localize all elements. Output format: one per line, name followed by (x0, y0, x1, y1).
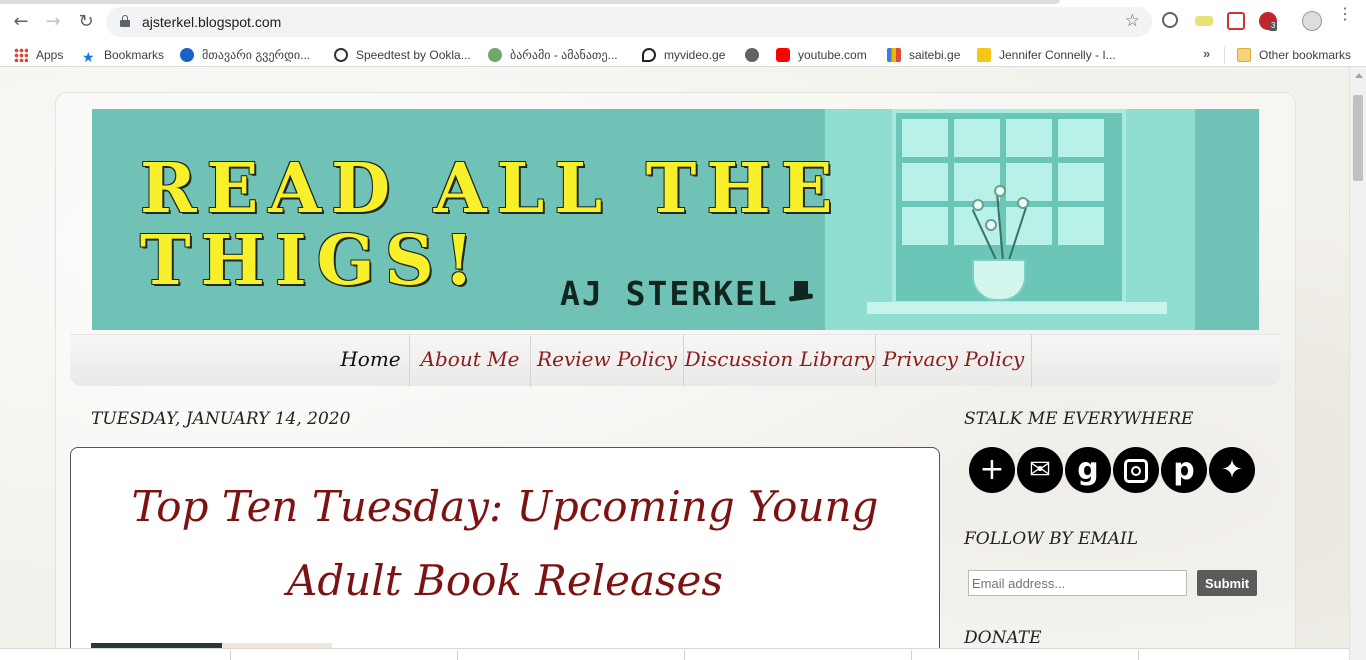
adblock-icon[interactable]: 3 (1259, 12, 1278, 31)
apps-icon (14, 48, 28, 62)
bookmark-myvideo[interactable]: myvideo.ge (642, 46, 725, 64)
page-scrollbar[interactable] (1349, 67, 1366, 660)
forward-icon[interactable]: → (42, 11, 64, 33)
other-bookmarks[interactable]: Other bookmarks (1237, 46, 1351, 64)
flower-icon (985, 219, 997, 231)
stalk-heading: STALK ME EVERYWHERE (964, 409, 1194, 429)
nav-discussion-library[interactable]: Discussion Library (684, 335, 876, 387)
bookmark-saitebi[interactable]: saitebi.ge (887, 46, 960, 64)
pinterest-icon[interactable]: p (1161, 447, 1207, 493)
twitter-icon[interactable]: ✦ (1209, 447, 1255, 493)
nav-home[interactable]: Home (332, 335, 410, 387)
saitebi-icon (887, 48, 901, 62)
plus-icon[interactable]: + (969, 447, 1015, 493)
bookmark-speedtest[interactable]: Speedtest by Ookla... (334, 46, 471, 64)
post-title[interactable]: Top Ten Tuesday: Upcoming Young Adult Bo… (71, 470, 939, 618)
speedtest-icon (334, 48, 348, 62)
back-icon[interactable]: ← (10, 11, 32, 33)
bookmark-barami[interactable]: ბარამი - ამანათე... (488, 46, 618, 64)
tab-strip-edge (0, 0, 1060, 4)
nav-about-me[interactable]: About Me (410, 335, 531, 387)
banner-author: AJ STERKEL (560, 274, 779, 313)
folder-icon (1237, 48, 1251, 62)
bookmarks-bar: Apps ★ Bookmarks მთავარი გვერდი... Speedt… (0, 42, 1366, 67)
address-bar[interactable]: ajsterkel.blogspot.com ☆ (106, 7, 1152, 37)
donate-heading: DONATE (964, 628, 1042, 648)
flower-icon (1017, 197, 1029, 209)
nav-review-policy[interactable]: Review Policy (531, 335, 684, 387)
bookmark-label: მთავარი გვერდი... (202, 48, 311, 62)
post-date: TUESDAY, JANUARY 14, 2020 (91, 409, 351, 429)
bookmark-label: Apps (36, 48, 64, 62)
bookmark-imdb[interactable]: Jennifer Connelly - I... (977, 46, 1116, 64)
bookmark-net[interactable]: მთავარი გვერდი... (180, 46, 310, 64)
star-icon: ★ (82, 50, 95, 66)
bookmark-bookmarks[interactable]: ★ Bookmarks (82, 46, 165, 66)
top-hat-icon (788, 281, 814, 303)
url-text[interactable]: ajsterkel.blogspot.com (142, 14, 281, 30)
bookmark-label: ბარამი - ამანათე... (510, 48, 618, 62)
nav-privacy-policy[interactable]: Privacy Policy (876, 335, 1032, 387)
scroll-up-icon[interactable] (1355, 73, 1363, 78)
imdb-icon (977, 48, 991, 62)
more-bookmarks-icon[interactable]: » (1203, 46, 1210, 61)
email-icon[interactable]: ✉ (1017, 447, 1063, 493)
bookmark-globe[interactable] (745, 46, 767, 64)
speed-extension-icon[interactable] (1162, 12, 1178, 28)
globe-icon (488, 48, 502, 62)
banner-title-line2: THIGS! (140, 221, 484, 301)
email-field[interactable] (968, 570, 1187, 596)
flower-pot (972, 259, 1026, 301)
pdf-extension-icon[interactable] (1227, 12, 1245, 30)
profile-avatar[interactable] (1302, 11, 1322, 31)
adblock-badge: 3 (1269, 21, 1278, 31)
extension-icon[interactable] (1195, 16, 1213, 26)
main-nav: Home About Me Review Policy Discussion L… (70, 334, 1280, 387)
bookmark-youtube[interactable]: youtube.com (776, 46, 867, 64)
bookmarks-separator (1224, 47, 1225, 63)
submit-button[interactable]: Submit (1197, 570, 1257, 596)
other-bookmarks-label: Other bookmarks (1259, 48, 1352, 62)
header-banner[interactable]: READ ALL THE THIGS! AJ STERKEL (92, 109, 1259, 330)
net-icon (180, 48, 194, 62)
banner-title-line1: READ ALL THE (140, 149, 843, 229)
goodreads-icon[interactable]: g (1065, 447, 1111, 493)
bookmark-star-icon[interactable]: ☆ (1125, 11, 1140, 31)
web-icon (745, 48, 759, 62)
bookmark-apps[interactable]: Apps (14, 46, 63, 64)
bookmark-label: Speedtest by Ookla... (356, 48, 471, 62)
flower-icon (994, 185, 1006, 197)
bookmark-label: myvideo.ge (664, 48, 726, 62)
myvideo-icon (642, 48, 656, 62)
bottom-strip (0, 648, 1349, 660)
bookmark-label: youtube.com (798, 48, 867, 62)
bookmark-label: Bookmarks (104, 48, 165, 62)
flower-icon (972, 199, 984, 211)
follow-heading: FOLLOW BY EMAIL (964, 529, 1139, 549)
menu-dots-icon[interactable]: ⋮ (1337, 7, 1353, 23)
browser-toolbar: ← → ↻ ajsterkel.blogspot.com ☆ 3 ⋮ (0, 0, 1366, 42)
lock-icon[interactable] (120, 15, 130, 27)
bookmark-label: Jennifer Connelly - I... (999, 48, 1116, 62)
window-sill (867, 302, 1167, 314)
scroll-thumb[interactable] (1353, 95, 1363, 181)
instagram-icon[interactable] (1113, 447, 1159, 493)
bookmark-label: saitebi.ge (909, 48, 961, 62)
reload-icon[interactable]: ↻ (75, 11, 97, 33)
post-card: Top Ten Tuesday: Upcoming Young Adult Bo… (70, 447, 940, 660)
youtube-icon (776, 48, 790, 62)
